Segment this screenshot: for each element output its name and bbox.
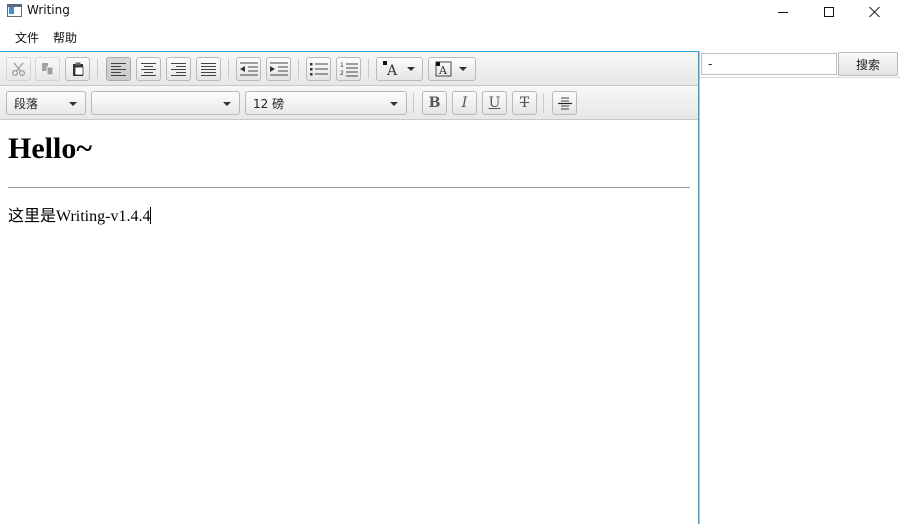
svg-text:A: A xyxy=(438,64,448,77)
align-justify-button[interactable] xyxy=(196,57,221,81)
strikethrough-button[interactable]: T xyxy=(512,91,537,115)
maximize-icon xyxy=(824,7,834,17)
align-right-button[interactable] xyxy=(166,57,191,81)
close-icon xyxy=(869,6,881,18)
minimize-icon xyxy=(778,11,788,13)
search-input[interactable] xyxy=(701,53,837,75)
align-left-icon xyxy=(111,62,126,76)
align-justify-icon xyxy=(201,62,216,76)
chevron-down-icon xyxy=(69,102,77,106)
bold-icon: B xyxy=(428,95,441,111)
search-button[interactable]: 搜索 xyxy=(838,52,898,76)
title-bar: Writing xyxy=(0,0,900,24)
html-editor: 1 2 A A 段落 12 磅 B I U T Hello~ 这里是Writin… xyxy=(0,51,699,524)
background-color-icon: A xyxy=(435,61,452,77)
font-size-value: 12 磅 xyxy=(253,96,285,111)
search-panel: 搜索 xyxy=(699,51,900,524)
italic-button[interactable]: I xyxy=(452,91,477,115)
editor-toolbar-top: 1 2 A A xyxy=(0,52,698,86)
text-color-icon: A xyxy=(383,61,398,77)
horizontal-rule xyxy=(8,187,690,188)
text-cursor xyxy=(150,207,152,224)
editor-toolbar-bottom: 段落 12 磅 B I U T xyxy=(0,86,698,120)
font-size-select[interactable]: 12 磅 xyxy=(245,91,407,115)
background-color-dropdown[interactable]: A xyxy=(428,57,476,81)
font-family-select[interactable] xyxy=(91,91,240,115)
app-window-icon xyxy=(7,4,22,17)
indent-button[interactable] xyxy=(266,57,291,81)
chevron-down-icon xyxy=(459,67,467,71)
menu-file[interactable]: 文件 xyxy=(8,25,46,50)
align-center-icon xyxy=(141,62,156,76)
copy-icon xyxy=(41,63,53,76)
chevron-down-icon xyxy=(390,102,398,106)
clipboard-icon xyxy=(72,62,83,76)
bullet-list-icon xyxy=(309,63,328,76)
toolbar-separator xyxy=(298,59,299,79)
toolbar-separator xyxy=(228,59,229,79)
svg-text:A: A xyxy=(386,63,398,77)
menu-help[interactable]: 帮助 xyxy=(46,25,84,50)
insert-horizontal-rule-button[interactable] xyxy=(552,91,577,115)
align-left-button[interactable] xyxy=(106,57,131,81)
svg-text:1: 1 xyxy=(340,62,344,69)
copy-button[interactable] xyxy=(35,57,60,81)
paragraph-style-select[interactable]: 段落 xyxy=(6,91,86,115)
horizontal-rule-icon xyxy=(557,97,572,110)
outdent-icon xyxy=(239,62,258,76)
numbered-list-button[interactable]: 1 2 xyxy=(336,57,361,81)
window-title: Writing xyxy=(27,3,70,17)
document-paragraph: 这里是Writing-v1.4.4 xyxy=(8,202,690,226)
outdent-button[interactable] xyxy=(236,57,261,81)
chevron-down-icon xyxy=(223,102,231,106)
underline-button[interactable]: U xyxy=(482,91,507,115)
document-heading: Hello~ xyxy=(8,132,92,165)
align-right-icon xyxy=(171,62,186,76)
paragraph-style-value: 段落 xyxy=(14,96,39,111)
maximize-button[interactable] xyxy=(806,0,852,24)
paste-button[interactable] xyxy=(65,57,90,81)
underline-icon: U xyxy=(488,95,501,111)
scissors-icon xyxy=(11,62,25,77)
italic-icon: I xyxy=(461,95,468,111)
search-results-list[interactable] xyxy=(700,77,900,524)
menu-bar: 文件 帮助 xyxy=(0,24,900,51)
text-color-dropdown[interactable]: A xyxy=(376,57,423,81)
toolbar-separator xyxy=(368,59,369,79)
bullet-list-button[interactable] xyxy=(306,57,331,81)
chevron-down-icon xyxy=(407,67,415,71)
align-center-button[interactable] xyxy=(136,57,161,81)
numbered-list-icon: 1 2 xyxy=(340,62,358,77)
cut-button[interactable] xyxy=(6,57,31,81)
svg-text:2: 2 xyxy=(340,70,344,77)
bold-button[interactable]: B xyxy=(422,91,447,115)
document-content[interactable]: Hello~ 这里是Writing-v1.4.4 xyxy=(0,121,698,524)
document-body-text: 这里是Writing-v1.4.4 xyxy=(8,208,151,225)
strikethrough-icon: T xyxy=(519,95,530,111)
toolbar-separator xyxy=(97,59,98,79)
toolbar-separator xyxy=(413,93,414,113)
toolbar-separator xyxy=(543,93,544,113)
indent-icon xyxy=(269,62,288,76)
close-button[interactable] xyxy=(852,0,898,24)
minimize-button[interactable] xyxy=(760,0,806,24)
